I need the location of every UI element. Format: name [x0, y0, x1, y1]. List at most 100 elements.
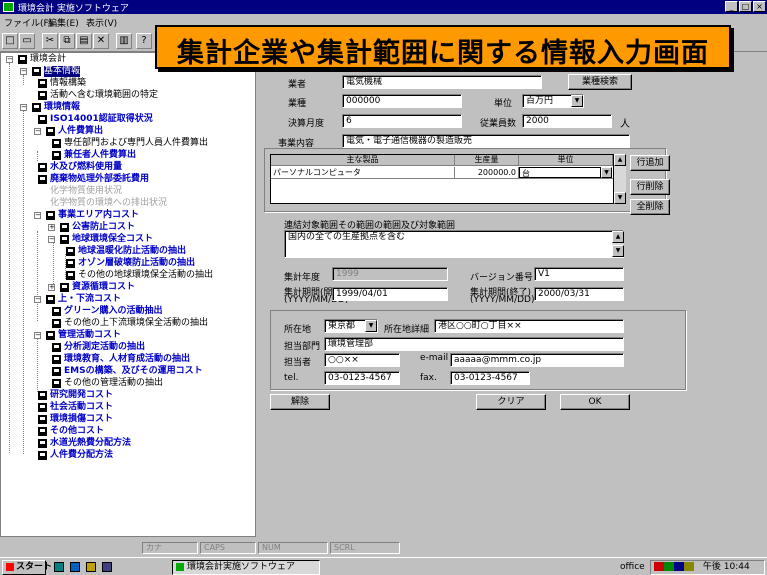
tree-expand-toggle[interactable]: +: [48, 284, 55, 291]
tree-item[interactable]: 管理活動コスト: [58, 330, 121, 341]
tree-root[interactable]: 環境会計: [30, 54, 66, 65]
delete-all-button[interactable]: 全削除: [630, 199, 670, 215]
tree-item-basic-info[interactable]: 基本情報: [44, 66, 81, 77]
tree-item[interactable]: 公害防止コスト: [72, 222, 135, 233]
tree-item[interactable]: 資源循環コスト: [72, 282, 135, 293]
tree-item[interactable]: 化学物質の環境への排出状況: [50, 198, 167, 209]
help-icon[interactable]: ?: [136, 33, 152, 49]
delete-icon[interactable]: ✕: [93, 33, 109, 49]
table-cell[interactable]: パーソナルコンピュータ: [271, 167, 455, 178]
scope-scrollbar[interactable]: ▲ ▼: [612, 231, 624, 257]
tree-collapse-toggle[interactable]: −: [34, 296, 41, 303]
paste-icon[interactable]: ▤: [76, 33, 92, 49]
code-field[interactable]: 000000: [342, 94, 462, 108]
clear-button[interactable]: クリア: [476, 394, 546, 410]
scroll-down-icon[interactable]: ▼: [612, 245, 624, 257]
tree-item[interactable]: 水道光熱費分配方法: [50, 438, 131, 449]
person-field[interactable]: ○○××: [324, 353, 400, 367]
cut-icon[interactable]: ✂: [42, 33, 58, 49]
tree-item-environment-info[interactable]: 環境情報: [44, 102, 80, 113]
version-field[interactable]: V1: [534, 267, 624, 281]
copy-icon[interactable]: ⧉: [59, 33, 75, 49]
menu-edit[interactable]: 編集(E): [48, 16, 79, 29]
tree-item[interactable]: オゾン層破壊防止活動の抽出: [78, 258, 195, 269]
quicklaunch-outlook-icon[interactable]: [86, 562, 96, 572]
end-date-field[interactable]: 2000/03/31: [534, 287, 624, 301]
close-button[interactable]: ×: [753, 1, 766, 12]
tree-item[interactable]: 情報構築: [50, 78, 86, 89]
unit-select[interactable]: 百万円 ▼: [522, 94, 584, 108]
tree-item[interactable]: 廃棄物処理外部委託費用: [50, 174, 149, 185]
ok-button[interactable]: OK: [560, 394, 630, 410]
tree-item[interactable]: 事業エリア内コスト: [58, 210, 139, 221]
scroll-up-icon[interactable]: ▲: [614, 154, 626, 166]
tree-item[interactable]: 兼任者人件費算出: [64, 150, 136, 161]
tree-item[interactable]: グリーン購入の活動抽出: [64, 306, 163, 317]
address-field[interactable]: 港区○○町○丁目××: [434, 319, 624, 333]
tree-item[interactable]: ISO14001認証取得状況: [50, 114, 153, 125]
dropdown-arrow-icon[interactable]: ▼: [601, 167, 612, 178]
tree-item[interactable]: 社会活動コスト: [50, 402, 113, 413]
tree-item[interactable]: 地球温暖化防止活動の抽出: [78, 246, 186, 257]
menu-file[interactable]: ファイル(F): [4, 16, 52, 29]
new-icon[interactable]: □: [2, 33, 18, 49]
delete-row-button[interactable]: 行削除: [630, 179, 670, 195]
products-scrollbar[interactable]: ▲ ▼: [614, 154, 626, 204]
tree-item[interactable]: その他の管理活動の抽出: [64, 378, 163, 389]
quicklaunch-channel-icon[interactable]: [102, 562, 112, 572]
tree-item[interactable]: その他の上下流環境保全活動の抽出: [64, 318, 208, 329]
table-cell[interactable]: 200000.0: [455, 167, 519, 178]
company-field[interactable]: 電気機械: [342, 75, 542, 89]
quicklaunch-desktop-icon[interactable]: [54, 562, 64, 572]
fax-field[interactable]: 03-0123-4567: [450, 371, 530, 385]
print-icon[interactable]: ▥: [116, 33, 132, 49]
start-button[interactable]: スタート: [2, 560, 52, 575]
tree-collapse-toggle[interactable]: −: [20, 68, 27, 75]
tree-item[interactable]: EMSの構築、及びその運用コスト: [64, 366, 203, 377]
menu-view[interactable]: 表示(V): [86, 16, 117, 29]
tree-collapse-toggle[interactable]: −: [34, 128, 41, 135]
tel-field[interactable]: 03-0123-4567: [324, 371, 400, 385]
minimize-button[interactable]: _: [725, 1, 738, 12]
tree-collapse-toggle[interactable]: −: [34, 212, 41, 219]
fiscal-field[interactable]: 6: [342, 114, 462, 128]
tree-collapse-toggle[interactable]: −: [6, 56, 13, 63]
tree-item[interactable]: 分析測定活動の抽出: [64, 342, 145, 353]
tree-item[interactable]: 化学物質使用状況: [50, 186, 122, 197]
tree-item[interactable]: 人件費分配方法: [50, 450, 113, 461]
add-row-button[interactable]: 行追加: [630, 155, 670, 171]
scroll-down-icon[interactable]: ▼: [614, 192, 626, 204]
scope-field[interactable]: 国内の全ての生産拠点を含む: [284, 230, 624, 258]
tree-item[interactable]: 環境教育、人材育成活動の抽出: [64, 354, 190, 365]
tree-expand-toggle[interactable]: +: [48, 224, 55, 231]
scroll-up-icon[interactable]: ▲: [612, 231, 624, 243]
start-date-field[interactable]: 1999/04/01: [332, 287, 448, 301]
tree-item[interactable]: 環境損傷コスト: [50, 414, 113, 425]
task-app-button[interactable]: 環境会計実施ソフトウェア: [172, 560, 320, 575]
tree-item[interactable]: 人件費算出: [58, 126, 103, 137]
company-search-button[interactable]: 業種検索: [568, 74, 632, 90]
tree-item[interactable]: その他コスト: [50, 426, 104, 437]
tree-item[interactable]: 専任部門および専門人員人件費算出: [64, 138, 208, 149]
tree-collapse-toggle[interactable]: −: [48, 236, 55, 243]
employees-field[interactable]: 2000: [522, 114, 612, 128]
tree-item[interactable]: 研究開発コスト: [50, 390, 113, 401]
quicklaunch-ie-icon[interactable]: [70, 562, 80, 572]
tree-item[interactable]: その他の地球環境保全活動の抽出: [78, 270, 213, 281]
dept-field[interactable]: 環境管理部: [324, 337, 624, 351]
email-field[interactable]: aaaaa@mmm.co.jp: [450, 353, 624, 367]
table-cell[interactable]: 台: [519, 167, 601, 178]
maximize-button[interactable]: □: [739, 1, 752, 12]
tree-item[interactable]: 活動へ含む環境範囲の特定: [50, 90, 158, 101]
dropdown-arrow-icon[interactable]: ▼: [365, 320, 377, 332]
tree-item[interactable]: 水及び燃料使用量: [50, 162, 122, 173]
tree-collapse-toggle[interactable]: −: [20, 104, 27, 111]
tree-collapse-toggle[interactable]: −: [34, 332, 41, 339]
dropdown-arrow-icon[interactable]: ▼: [571, 95, 583, 107]
business-field[interactable]: 電気・電子通信機器の製造販売: [342, 134, 630, 148]
tree-item[interactable]: 地球環境保全コスト: [72, 234, 153, 245]
cancel-button[interactable]: 解除: [270, 394, 330, 410]
tree-item[interactable]: 上・下流コスト: [58, 294, 121, 305]
pref-select[interactable]: 東京都 ▼: [324, 319, 378, 333]
open-icon[interactable]: ▭: [19, 33, 35, 49]
